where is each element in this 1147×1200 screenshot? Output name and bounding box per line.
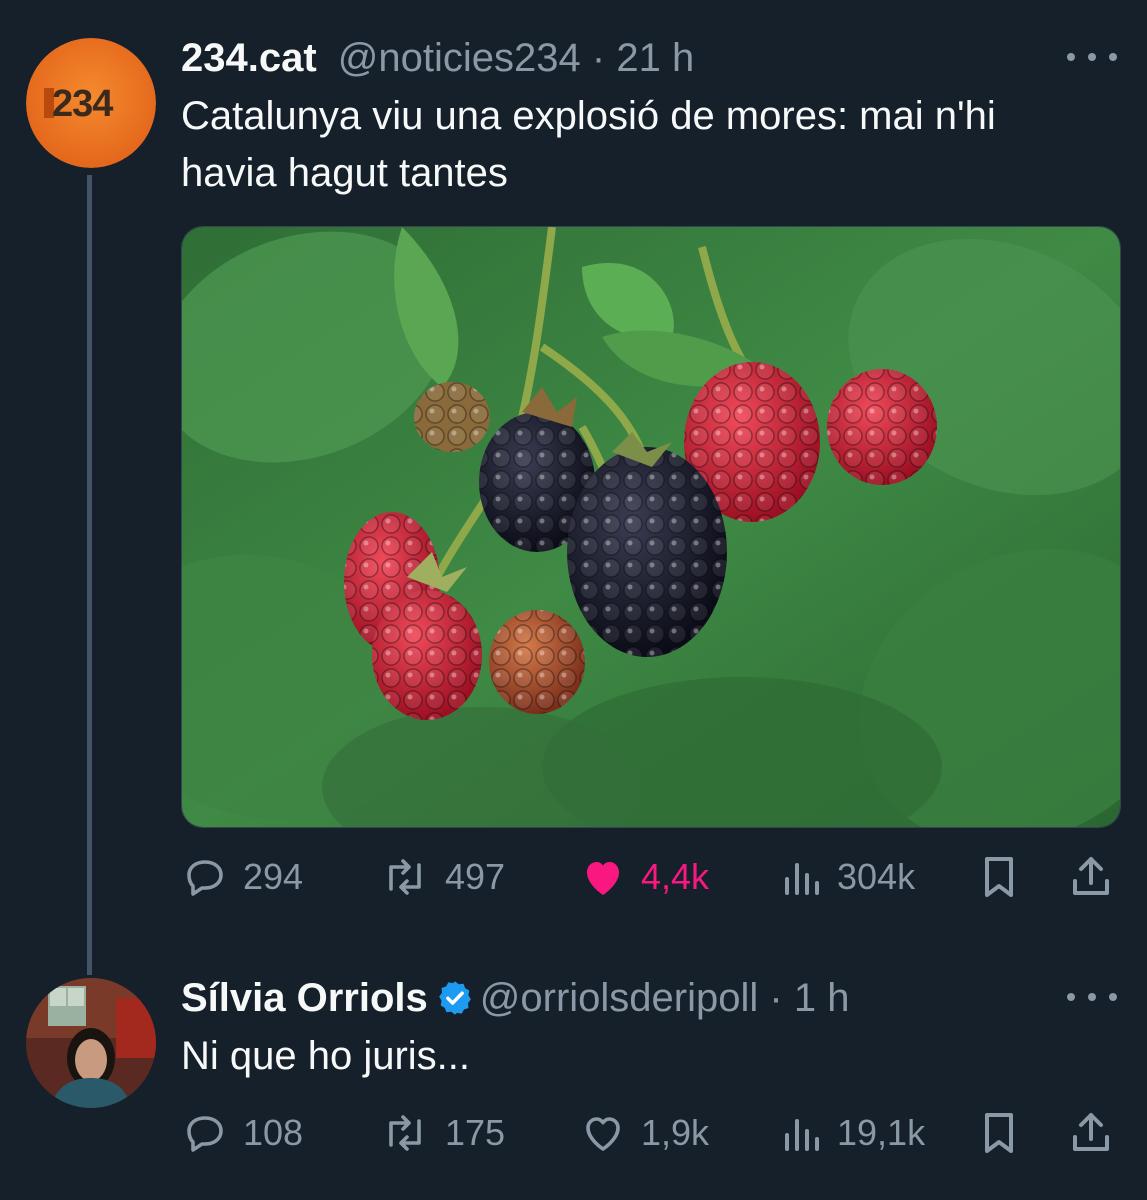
- tweet-header: Sílvia Orriols @orriolsderipoll · 1 h: [181, 974, 849, 1022]
- view-count: 19,1k: [837, 1112, 926, 1153]
- like-count: 4,4k: [641, 856, 710, 897]
- views-button[interactable]: 304k: [779, 852, 915, 902]
- tweet-text: Catalunya viu una explosió de mores: mai…: [181, 94, 996, 195]
- repost-count: 175: [445, 1112, 506, 1153]
- avatar-logo-text: 234: [52, 83, 113, 125]
- tweet-time[interactable]: 1 h: [794, 976, 850, 1020]
- bookmark-button[interactable]: [977, 852, 1021, 902]
- reply-icon: [187, 860, 223, 896]
- heart-outline-icon: [586, 1117, 620, 1151]
- share-button[interactable]: [1067, 1108, 1115, 1158]
- tweet-text: Ni que ho juris...: [181, 1034, 471, 1078]
- heart-filled-icon: [587, 862, 619, 895]
- dot-icon: [1067, 53, 1075, 61]
- repost-button[interactable]: 175: [379, 1108, 505, 1158]
- reply-count: 108: [243, 1112, 304, 1153]
- profile-photo-icon: [26, 978, 156, 1108]
- views-chart-icon: [785, 863, 819, 895]
- like-button[interactable]: 4,4k: [579, 852, 709, 902]
- repost-icon: [389, 1115, 421, 1151]
- tweet-image[interactable]: [181, 226, 1121, 828]
- reply-count: 294: [243, 856, 304, 897]
- author-handle[interactable]: @noticies234: [338, 36, 581, 80]
- verified-badge-icon: [438, 981, 471, 1015]
- author-handle[interactable]: @orriolsderipoll: [480, 976, 758, 1020]
- tweet-actions: 108 175 1,9k 19,1k: [181, 1108, 1117, 1158]
- share-button[interactable]: [1067, 852, 1115, 902]
- like-button[interactable]: 1,9k: [579, 1108, 709, 1158]
- share-icon: [1073, 1113, 1109, 1151]
- bookmark-icon: [985, 857, 1013, 897]
- dot-icon: [1109, 993, 1117, 1001]
- repost-icon: [389, 859, 421, 895]
- dot-icon: [1088, 53, 1096, 61]
- like-count: 1,9k: [641, 1112, 710, 1153]
- repost-count: 497: [445, 856, 506, 897]
- tweet-time[interactable]: 21 h: [616, 36, 694, 80]
- tweet-reply[interactable]: Sílvia Orriols @orriolsderipoll · 1 h Ni…: [0, 940, 1147, 1200]
- bookmark-icon: [985, 1113, 1013, 1153]
- view-count: 304k: [837, 856, 916, 897]
- separator-dot: ·: [591, 36, 606, 80]
- views-chart-icon: [785, 1119, 819, 1151]
- avatar-silvia-orriols[interactable]: [26, 978, 156, 1108]
- thread-connector: [87, 175, 92, 975]
- views-button[interactable]: 19,1k: [779, 1108, 925, 1158]
- bookmark-button[interactable]: [977, 1108, 1021, 1158]
- more-options-button[interactable]: [1067, 982, 1117, 1012]
- dot-icon: [1109, 53, 1117, 61]
- dot-icon: [1088, 993, 1096, 1001]
- avatar-234cat[interactable]: 234: [26, 38, 156, 168]
- reply-button[interactable]: 108: [181, 1108, 303, 1158]
- tweet-actions: 294 497 4,4k 304k: [181, 852, 1117, 902]
- more-options-button[interactable]: [1067, 42, 1117, 72]
- author-name[interactable]: Sílvia Orriols: [181, 976, 428, 1020]
- tweet-original[interactable]: 234 234.cat @noticies234 · 21 h Cataluny…: [0, 0, 1147, 975]
- reply-icon: [187, 1116, 223, 1152]
- reply-button[interactable]: 294: [181, 852, 303, 902]
- separator-dot: ·: [769, 976, 783, 1020]
- dot-icon: [1067, 993, 1075, 1001]
- share-icon: [1073, 857, 1109, 895]
- tweet-header: 234.cat @noticies234 · 21 h: [181, 34, 694, 82]
- author-name[interactable]: 234.cat: [181, 36, 317, 80]
- blackberries-photo-icon: [182, 227, 1120, 827]
- repost-button[interactable]: 497: [379, 852, 505, 902]
